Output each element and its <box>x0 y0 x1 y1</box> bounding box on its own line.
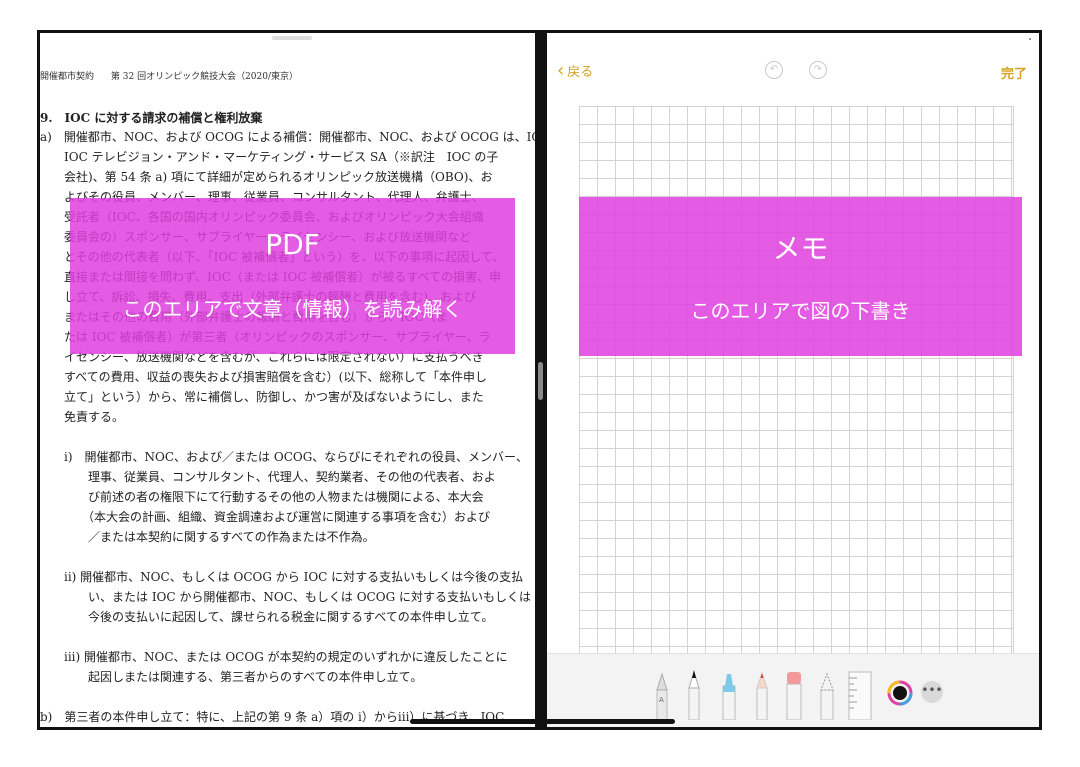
done-button[interactable]: 完了 <box>1001 63 1027 82</box>
drawing-toolbar: A ••• <box>547 653 1039 727</box>
chevron-left-icon: ‹ <box>557 60 565 81</box>
pdf-text-line: び前述の者の権限下にて行動するその他の人物または機関による、本大会 <box>40 490 484 504</box>
pdf-text-line: iii) 開催都市、NOC、または OCOG が本契約の規定のいずれかに違反した… <box>40 650 508 664</box>
pdf-text-line: すべての費用、収益の喪失および損害賠償を含む）(以下、総称して「本件申し <box>40 370 488 384</box>
undo-icon[interactable]: ↶ <box>765 61 783 79</box>
pdf-text-line: 会社)、第 54 条 a) 項にて詳細が定められるオリンピック放送機構（OBO)… <box>40 170 493 184</box>
pdf-text-line: 起因しまたは関連する、第三者からのすべての本件申し立て。 <box>40 670 423 684</box>
svg-text:A: A <box>659 696 664 704</box>
redo-icon[interactable]: ↷ <box>809 61 827 79</box>
pdf-text-line: 理事、従業員、コンサルタント、代理人、契約業者、その他の代表者、およ <box>40 470 496 484</box>
pdf-text-line: ii) 開催都市、NOC、もしくは OCOG から IOC に対する支払いもしく… <box>40 570 524 584</box>
color-picker-icon[interactable] <box>887 680 913 706</box>
pdf-text-line: 免責する。 <box>40 410 125 424</box>
grid-canvas[interactable] <box>579 106 1014 654</box>
pdf-text-line: 今後の支払いに起因して、課せられる税金に関するすべての本件申し立て。 <box>40 610 494 624</box>
pdf-text-line: a) 開催都市、NOC、および OCOG による補償：開催都市、NOC、および … <box>40 130 535 144</box>
pdf-overlay-subtitle: このエリアで文章（情報）を読み解く <box>122 297 463 321</box>
pdf-text-line: ／または本契約に関するすべての作為または不作為。 <box>40 530 375 544</box>
pdf-text-line: い、または IOC から開催都市、NOC、もしくは OCOG に対する支払いもし… <box>40 590 531 604</box>
pdf-text-line: 立て」という）から、常に補償し、防御し、かつ害が及ばないようにし、また <box>40 390 484 404</box>
ruler-tool-icon[interactable] <box>847 670 873 720</box>
pdf-running-header: 開催都市契約 第 32 回オリンピック競技大会（2020/東京） <box>40 69 312 82</box>
pdf-pane[interactable]: 開催都市契約 第 32 回オリンピック競技大会（2020/東京） 9. IOC … <box>40 33 535 727</box>
back-button[interactable]: ‹ 戻る <box>557 60 594 81</box>
notes-area-overlay: メモ このエリアで図の下書き <box>579 197 1022 356</box>
lasso-tool-icon[interactable] <box>819 670 835 720</box>
home-indicator[interactable] <box>410 719 675 724</box>
pdf-text-line: i) 開催都市、NOC、および／または OCOG、ならびにそれぞれの役員、メンバ… <box>40 450 528 464</box>
pdf-header-left: 開催都市契約 <box>40 72 95 82</box>
pen-tool-icon[interactable]: A <box>655 672 669 720</box>
more-options-icon[interactable]: ••• <box>921 681 943 703</box>
eraser-tool-icon[interactable] <box>785 668 803 720</box>
marker-tool-icon[interactable] <box>687 668 701 720</box>
status-indicator <box>1029 38 1031 40</box>
pdf-text-line: （本大会の計画、組織、資金調達および運営に関連する事項を含む）および <box>40 510 491 524</box>
back-label: 戻る <box>567 65 594 80</box>
highlighter-tool-icon[interactable] <box>721 670 737 720</box>
pdf-overlay-title: PDF <box>265 228 320 261</box>
notes-overlay-title: メモ <box>772 232 829 265</box>
pane-grabber[interactable] <box>272 36 312 40</box>
pdf-area-overlay: PDF このエリアで文章（情報）を読み解く <box>70 198 515 354</box>
notes-overlay-subtitle: このエリアで図の下書き <box>690 299 911 323</box>
pdf-text-line: 9. IOC に対する請求の補償と権利放棄 <box>40 111 263 125</box>
pdf-text-line: b) 第三者の本件申し立て：特に、上記の第 9 条 a）項の i）からiii）に… <box>40 710 505 724</box>
pencil-tool-icon[interactable] <box>755 670 769 720</box>
pdf-text-line: IOC テレビジョン・アンド・マーケティング・サービス SA（※訳注 IOC の… <box>40 150 499 164</box>
pdf-text-line: に対する第三者の本件申し立てから生じ、当該第三者に対し支払う損害賠償に <box>40 725 484 727</box>
pdf-header-right: 第 32 回オリンピック競技大会（2020/東京） <box>110 72 299 82</box>
split-view-handle[interactable] <box>538 362 543 400</box>
notes-pane: ‹ 戻る ↶ ↷ 完了 A ••• <box>547 33 1039 727</box>
